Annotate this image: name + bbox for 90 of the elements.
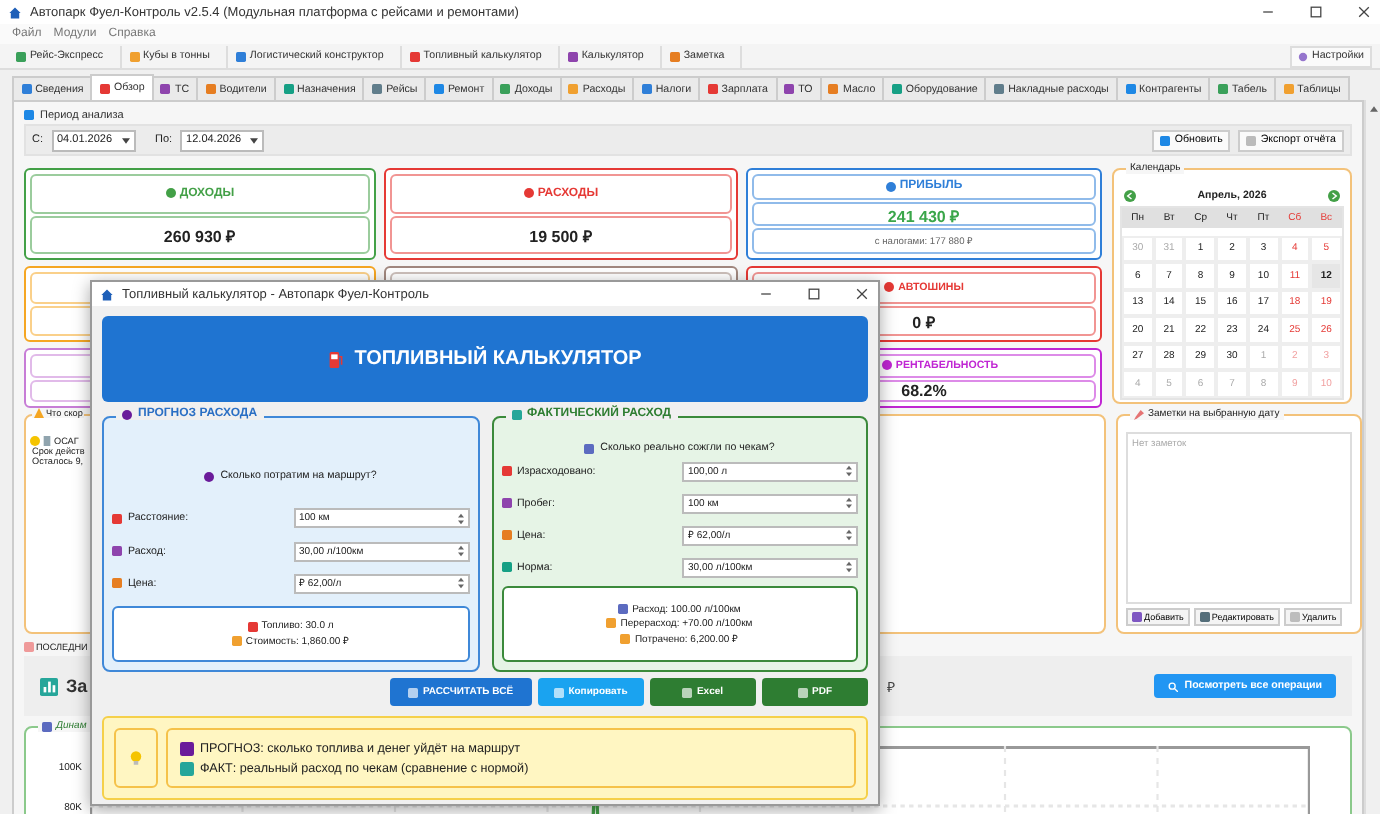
bulb-icon bbox=[130, 750, 142, 766]
square-icon bbox=[501, 466, 511, 477]
circle-icon bbox=[881, 360, 892, 371]
fuel-pump-icon bbox=[328, 349, 345, 369]
spin-arrows-icon[interactable] bbox=[457, 544, 463, 559]
header-title: ТОПЛИВНЫЙ КАЛЬКУЛЯТОР bbox=[354, 348, 642, 370]
square-icon bbox=[501, 562, 511, 572]
square-icon bbox=[828, 84, 839, 94]
square-icon bbox=[606, 618, 617, 629]
spin-arrows-icon[interactable] bbox=[846, 464, 852, 479]
previous-icon[interactable] bbox=[1124, 190, 1136, 202]
circle-icon bbox=[204, 471, 215, 481]
square-icon bbox=[1125, 84, 1136, 94]
close-icon[interactable] bbox=[854, 286, 870, 302]
card-value: 19 500 ₽ bbox=[390, 215, 732, 254]
square-icon bbox=[160, 84, 171, 94]
square-icon bbox=[620, 633, 631, 644]
square-icon bbox=[129, 51, 140, 61]
document-icon bbox=[42, 436, 52, 446]
square-icon bbox=[231, 636, 242, 647]
circle-icon bbox=[30, 436, 40, 446]
spin-arrows-icon[interactable] bbox=[457, 576, 463, 591]
square-icon bbox=[567, 51, 578, 61]
summary-text: За bbox=[66, 676, 88, 696]
spin-arrows-icon[interactable] bbox=[846, 496, 852, 511]
square-icon bbox=[784, 84, 795, 94]
square-icon bbox=[618, 604, 629, 615]
spin-arrows-icon[interactable] bbox=[457, 511, 463, 526]
square-icon bbox=[112, 513, 122, 524]
square-icon bbox=[433, 84, 444, 94]
circle-icon bbox=[884, 282, 895, 293]
square-icon bbox=[511, 409, 521, 419]
square-icon bbox=[180, 741, 194, 755]
square-icon bbox=[682, 687, 693, 697]
square-icon bbox=[554, 687, 565, 697]
card-value: 260 930 ₽ bbox=[30, 215, 370, 254]
close-icon[interactable] bbox=[1356, 4, 1372, 20]
square-icon bbox=[1246, 135, 1257, 145]
square-icon bbox=[994, 84, 1005, 94]
maximize-icon[interactable] bbox=[1308, 4, 1324, 20]
maximize-icon[interactable] bbox=[806, 286, 822, 302]
square-icon bbox=[568, 84, 579, 94]
square-icon bbox=[707, 84, 718, 94]
square-icon bbox=[891, 84, 902, 94]
card-value: 241 430 ₽ bbox=[752, 201, 1096, 227]
square-icon bbox=[641, 84, 652, 94]
square-icon bbox=[1217, 84, 1228, 94]
square-icon bbox=[669, 51, 680, 61]
square-icon bbox=[1132, 612, 1142, 622]
circle-icon bbox=[165, 188, 176, 199]
square-icon bbox=[24, 642, 34, 652]
square-icon bbox=[21, 84, 32, 94]
square-icon bbox=[584, 443, 595, 453]
circle-icon bbox=[122, 409, 132, 419]
gear-icon bbox=[1298, 51, 1309, 61]
chart-icon bbox=[42, 721, 52, 731]
square-icon bbox=[501, 498, 511, 509]
square-icon bbox=[1160, 135, 1171, 145]
up-arrow-icon[interactable] bbox=[1369, 106, 1377, 112]
next-icon[interactable] bbox=[1328, 190, 1340, 202]
caret-icon bbox=[121, 137, 129, 143]
square-icon bbox=[372, 84, 383, 94]
square-icon bbox=[205, 84, 216, 94]
circle-icon bbox=[523, 188, 534, 199]
square-icon bbox=[408, 687, 419, 697]
caret-icon bbox=[250, 137, 259, 143]
search-icon bbox=[1168, 681, 1179, 691]
scrollbar[interactable] bbox=[1364, 100, 1380, 814]
calendar-icon bbox=[24, 110, 34, 120]
square-icon bbox=[112, 546, 122, 557]
square-icon bbox=[283, 84, 294, 94]
square-icon bbox=[1283, 84, 1294, 94]
square-icon bbox=[409, 51, 420, 61]
spin-arrows-icon[interactable] bbox=[846, 528, 852, 543]
square-icon bbox=[180, 761, 194, 775]
bar-chart-icon bbox=[40, 677, 58, 695]
square-icon bbox=[99, 83, 110, 93]
square-icon bbox=[798, 687, 808, 697]
house-icon bbox=[100, 287, 114, 301]
square-icon bbox=[112, 578, 122, 589]
square-icon bbox=[247, 621, 258, 632]
square-icon bbox=[16, 51, 26, 61]
square-icon bbox=[500, 84, 511, 94]
house-icon bbox=[8, 5, 22, 19]
spin-arrows-icon[interactable] bbox=[846, 560, 852, 574]
square-icon bbox=[1199, 612, 1210, 622]
square-icon bbox=[235, 51, 246, 61]
square-icon bbox=[1289, 612, 1300, 622]
circle-icon bbox=[885, 181, 896, 192]
square-icon bbox=[501, 530, 511, 541]
